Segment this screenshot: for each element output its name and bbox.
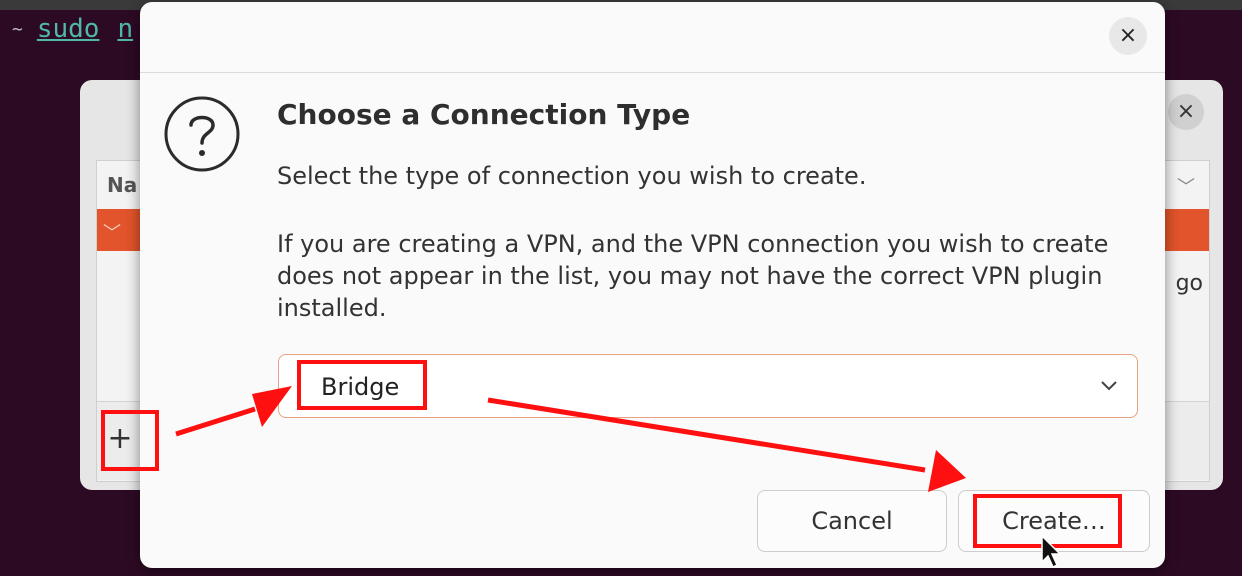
mouse-pointer-icon — [1041, 534, 1062, 569]
dialog-subtext: Select the type of connection you wish t… — [277, 162, 867, 190]
terminal-command: sudo — [36, 14, 100, 44]
annotation-box-add — [101, 410, 159, 471]
cancel-button[interactable]: Cancel — [757, 490, 947, 552]
dialog-close-button[interactable]: × — [1109, 17, 1147, 55]
background-close-button[interactable]: × — [1168, 94, 1204, 130]
chevron-down-icon: ﹀ — [1177, 177, 1195, 198]
chevron-down-icon — [1101, 381, 1117, 391]
dialog-heading: Choose a Connection Type — [277, 98, 691, 131]
terminal-command-partial: n — [117, 14, 134, 44]
prompt-tilde: ~ — [12, 19, 23, 40]
last-used-text: go — [1175, 271, 1203, 296]
vpn-plugin-note: If you are creating a VPN, and the VPN c… — [277, 230, 1109, 322]
annotation-box-bridge — [297, 360, 427, 410]
chevron-down-icon: ﹀ — [103, 223, 121, 244]
dialog-titlebar: × — [140, 2, 1165, 73]
question-icon — [164, 96, 240, 172]
connection-type-dialog: × Choose a Connection Type Select the ty… — [140, 2, 1165, 568]
list-header-name: Na — [107, 173, 138, 197]
terminal-line: ~ sudo n — [12, 14, 133, 44]
